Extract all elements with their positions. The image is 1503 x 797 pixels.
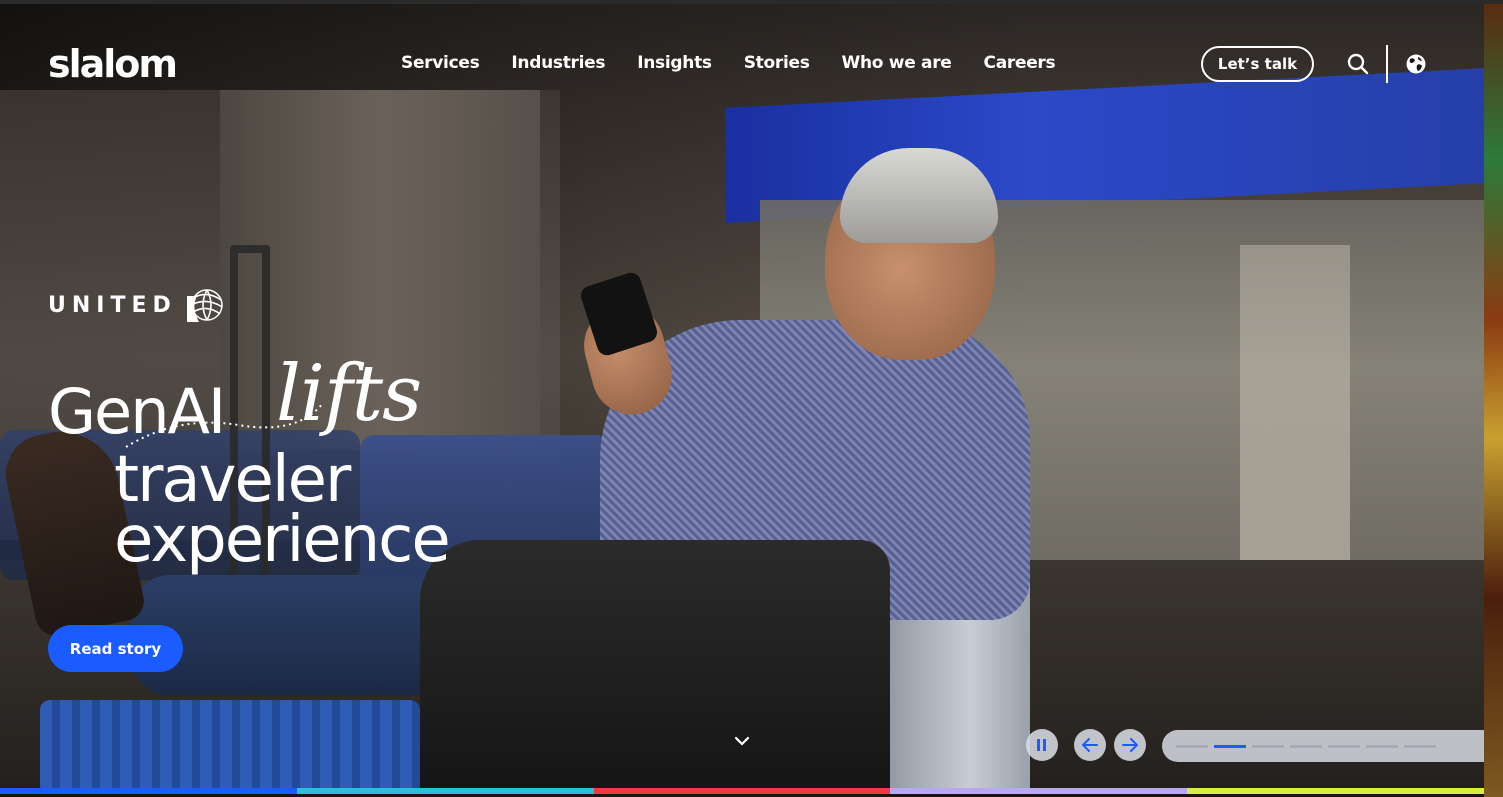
read-story-button[interactable]: Read story [48, 625, 183, 672]
slide-indicator[interactable] [1328, 744, 1360, 748]
chevron-down-icon[interactable] [728, 727, 756, 755]
nav-item-insights[interactable]: Insights [637, 53, 712, 73]
slide-indicator[interactable] [1290, 744, 1322, 748]
nav-item-stories[interactable]: Stories [744, 53, 810, 73]
globe-icon[interactable] [1403, 51, 1429, 77]
slalom-logo[interactable]: slalom [48, 42, 178, 86]
brand-color-bar [0, 788, 1484, 794]
header-divider [1386, 45, 1388, 83]
lets-talk-button[interactable]: Let’s talk [1201, 46, 1314, 82]
next-slide-button[interactable] [1114, 729, 1146, 761]
main-nav: Services Industries Insights Stories Who… [401, 53, 1056, 73]
slide-indicator[interactable] [1252, 744, 1284, 748]
arrow-right-icon [1122, 738, 1138, 752]
previous-slide-button[interactable] [1074, 729, 1106, 761]
headline-experience: experience [114, 503, 451, 577]
desktop-background [1484, 0, 1503, 797]
window-edge [0, 0, 1503, 4]
hero-background [1240, 245, 1350, 585]
hero-headline: GenAI lifts traveler experience [48, 349, 568, 585]
pause-button[interactable] [1026, 729, 1058, 761]
slide-progress [1162, 730, 1484, 762]
nav-item-who-we-are[interactable]: Who we are [842, 53, 952, 73]
client-logo: UNITED [48, 288, 223, 322]
client-name: UNITED [48, 292, 177, 318]
pause-icon [1037, 739, 1046, 751]
color-bar-segment [296, 788, 594, 794]
hero-background [40, 700, 420, 789]
nav-item-industries[interactable]: Industries [511, 53, 605, 73]
color-bar-segment [890, 788, 1188, 794]
slide-indicator[interactable] [1176, 744, 1208, 748]
nav-item-services[interactable]: Services [401, 53, 480, 73]
slide-indicator[interactable] [1366, 744, 1398, 748]
united-globe-icon [186, 289, 223, 322]
color-bar-segment [593, 788, 891, 794]
arrow-left-icon [1082, 738, 1098, 752]
nav-item-careers[interactable]: Careers [984, 53, 1056, 73]
color-bar-segment [1187, 788, 1484, 794]
color-bar-segment [0, 788, 297, 794]
search-icon[interactable] [1345, 51, 1371, 77]
slide-indicator-active[interactable] [1214, 744, 1246, 748]
slide-indicator[interactable] [1404, 744, 1436, 748]
